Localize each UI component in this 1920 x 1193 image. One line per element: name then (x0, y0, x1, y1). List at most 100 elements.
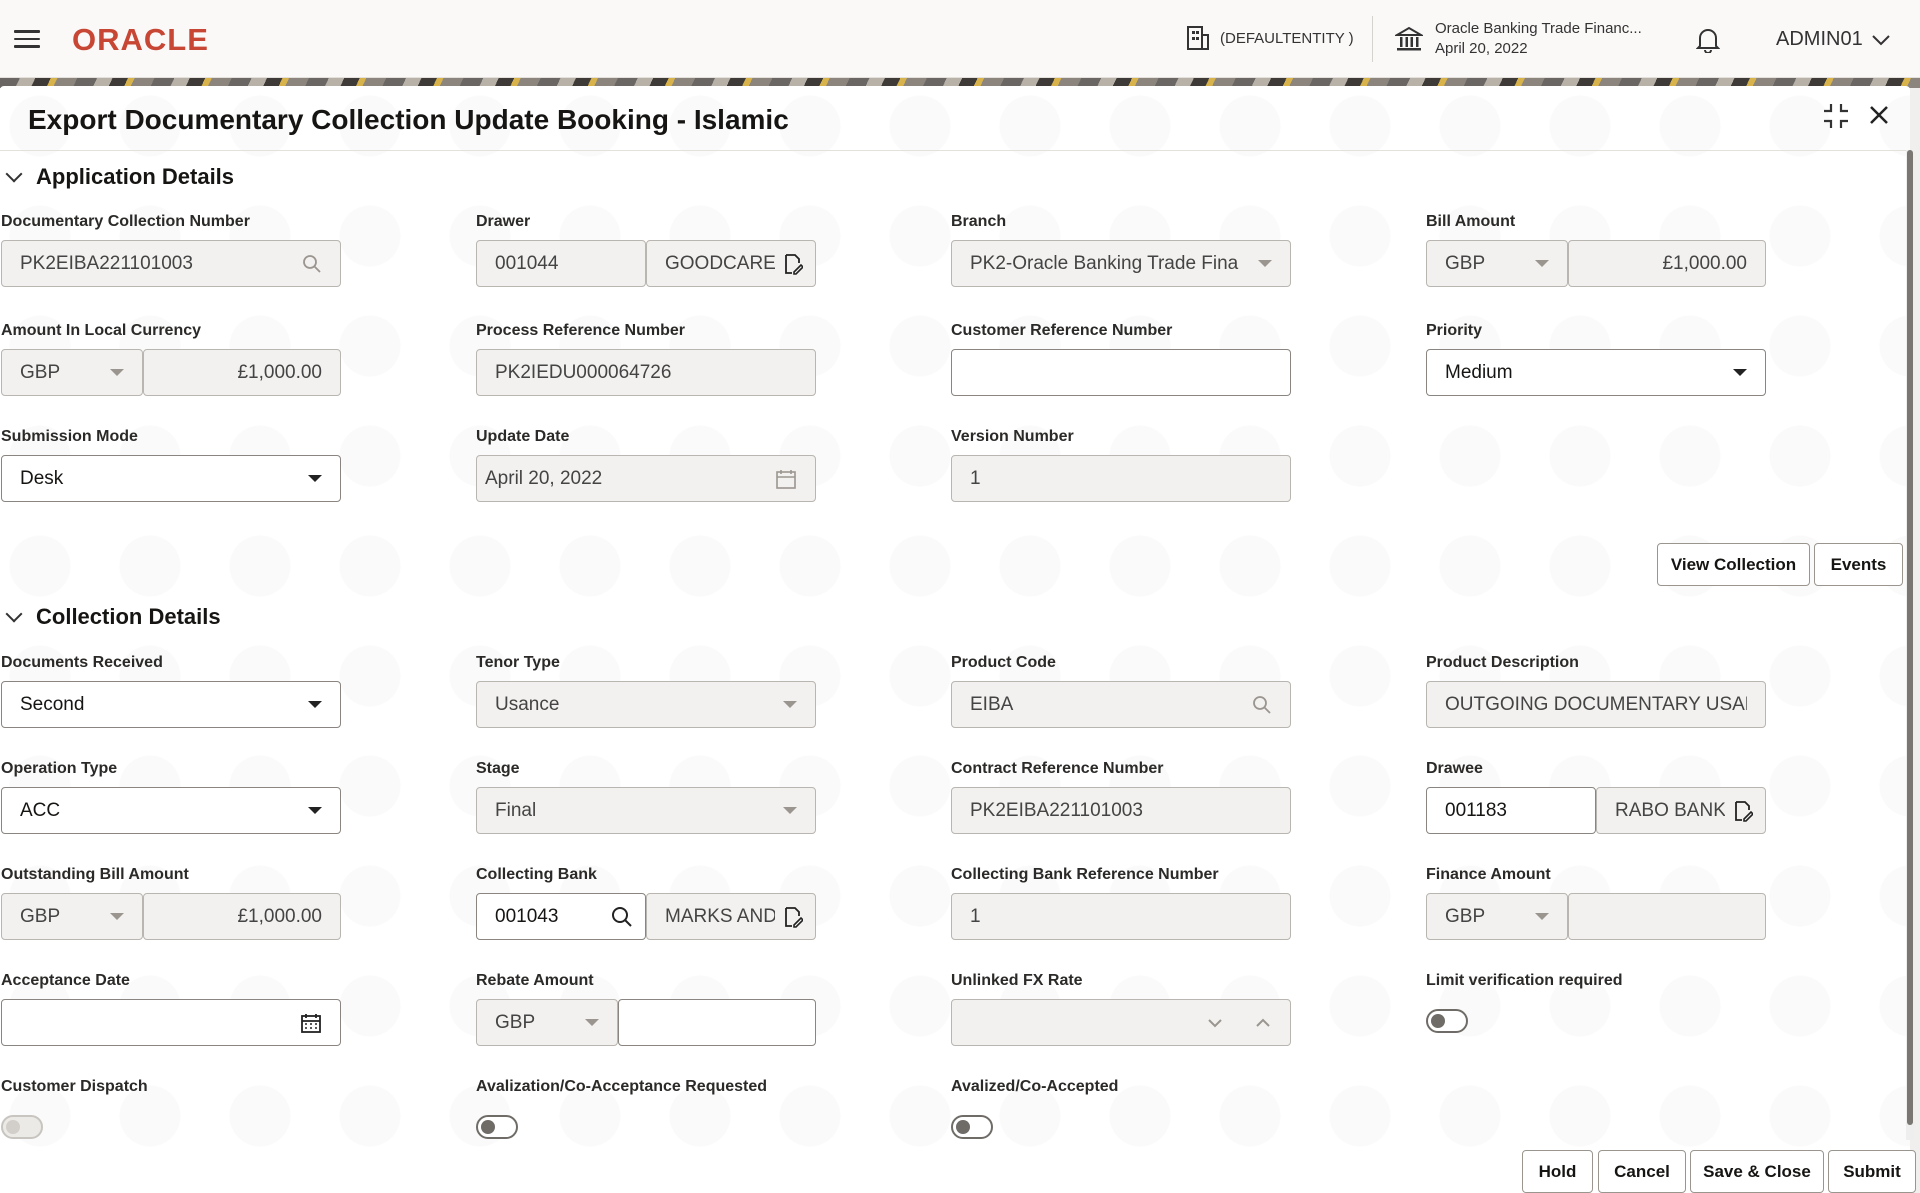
section-label: Application Details (36, 164, 235, 189)
tenor-type-label: Tenor Type (476, 654, 560, 671)
bill-amount-currency[interactable]: GBP (1426, 240, 1568, 287)
chevron-down-icon (308, 807, 322, 814)
avalized-toggle[interactable] (951, 1115, 993, 1139)
drawee-id-input[interactable]: 001183 (1426, 787, 1596, 834)
collecting-bank-label: Collecting Bank (476, 866, 597, 883)
priority-label: Priority (1426, 322, 1483, 339)
rebate-amount-label: Rebate Amount (476, 972, 594, 989)
bill-amount-value[interactable]: £1,000.00 (1568, 240, 1766, 287)
chevron-down-icon (585, 1019, 599, 1026)
events-button[interactable]: Events (1814, 543, 1903, 586)
process-ref-label: Process Reference Number (476, 322, 685, 339)
drawer-id-field[interactable]: 001044 (476, 240, 646, 287)
chevron-down-icon (783, 807, 797, 814)
chevron-down-icon (110, 369, 124, 376)
view-collection-button[interactable]: View Collection (1657, 543, 1810, 586)
product-description-field[interactable]: OUTGOING DOCUMENTARY USANCE (1426, 681, 1766, 728)
submission-mode-select[interactable]: Desk (1, 455, 341, 502)
update-date-field[interactable]: April 20, 2022 (476, 455, 816, 502)
documents-received-select[interactable]: Second (1, 681, 341, 728)
search-icon[interactable] (302, 254, 322, 274)
collecting-bank-name-field[interactable]: MARKS AND (646, 893, 816, 940)
hamburger-menu-icon[interactable] (14, 30, 40, 48)
operation-type-label: Operation Type (1, 760, 118, 777)
bell-icon[interactable] (1695, 27, 1721, 58)
bill-amount-label: Bill Amount (1426, 213, 1516, 230)
finance-amount-value[interactable] (1568, 893, 1766, 940)
outstanding-bill-value[interactable]: £1,000.00 (143, 893, 341, 940)
outstanding-bill-currency[interactable]: GBP (1, 893, 143, 940)
section-application-details[interactable]: Application Details (4, 164, 234, 190)
scrollbar[interactable] (1906, 150, 1914, 1140)
avalization-requested-label: Avalization/Co-Acceptance Requested (476, 1078, 768, 1095)
collecting-bank-ref-field[interactable]: 1 (951, 893, 1291, 940)
chevron-down-icon (1535, 913, 1549, 920)
amount-local-label: Amount In Local Currency (1, 322, 202, 339)
unlinked-fx-rate-input[interactable] (951, 999, 1291, 1046)
drawee-label: Drawee (1426, 760, 1483, 777)
stage-select[interactable]: Final (476, 787, 816, 834)
calendar-icon[interactable] (300, 1012, 322, 1034)
branch-select[interactable]: PK2-Oracle Banking Trade Fina (951, 240, 1291, 287)
chevron-down-icon (308, 701, 322, 708)
priority-select[interactable]: Medium (1426, 349, 1766, 396)
chevron-down-icon (5, 605, 23, 623)
amount-local-currency[interactable]: GBP (1, 349, 143, 396)
submission-mode-label: Submission Mode (1, 428, 138, 445)
drawee-name-field[interactable]: RABO BANK (1596, 787, 1766, 834)
hold-button[interactable]: Hold (1522, 1150, 1593, 1193)
top-header: ORACLE (DEFAULTENTITY ) Oracle Banking T… (0, 0, 1920, 78)
doc-collection-number-field[interactable]: PK2EIBA221101003 (1, 240, 341, 287)
user-name: ADMIN01 (1776, 28, 1863, 50)
minimize-icon[interactable] (1822, 102, 1850, 135)
limit-verification-label: Limit verification required (1426, 972, 1623, 989)
unlinked-fx-rate-label: Unlinked FX Rate (951, 972, 1083, 989)
rebate-amount-currency[interactable]: GBP (476, 999, 618, 1046)
entity-selector[interactable]: (DEFAULTENTITY ) (1186, 25, 1354, 51)
operation-type-select[interactable]: ACC (1, 787, 341, 834)
chevron-down-icon (1871, 34, 1890, 45)
contract-ref-field[interactable]: PK2EIBA221101003 (951, 787, 1291, 834)
close-icon[interactable] (1868, 104, 1890, 131)
drawer-name-field[interactable]: GOODCARE (646, 240, 816, 287)
chevron-down-icon (783, 701, 797, 708)
customer-ref-input[interactable] (951, 349, 1291, 396)
acceptance-date-label: Acceptance Date (1, 972, 130, 989)
chevron-down-icon[interactable] (1206, 1017, 1224, 1029)
chevron-down-icon (5, 165, 23, 183)
title-divider (0, 150, 1906, 151)
calendar-icon[interactable] (775, 468, 797, 490)
submit-button[interactable]: Submit (1828, 1150, 1916, 1193)
customer-dispatch-toggle[interactable] (1, 1115, 43, 1139)
tenor-type-select[interactable]: Usance (476, 681, 816, 728)
amount-local-value[interactable]: £1,000.00 (143, 349, 341, 396)
stage-label: Stage (476, 760, 520, 777)
process-ref-field[interactable]: PK2IEDU000064726 (476, 349, 816, 396)
search-icon[interactable] (611, 906, 633, 928)
version-number-field[interactable]: 1 (951, 455, 1291, 502)
acceptance-date-input[interactable] (1, 999, 341, 1046)
chevron-up-icon[interactable] (1254, 1017, 1272, 1029)
bank-branch-selector[interactable]: Oracle Banking Trade Financ... April 20,… (1395, 19, 1642, 59)
edit-document-icon[interactable] (783, 253, 803, 275)
avalization-requested-toggle[interactable] (476, 1115, 518, 1139)
rebate-amount-input[interactable] (618, 999, 816, 1046)
search-icon[interactable] (1252, 695, 1272, 715)
building-icon (1187, 26, 1209, 50)
save-close-button[interactable]: Save & Close (1690, 1150, 1824, 1193)
page-title: Export Documentary Collection Update Boo… (28, 104, 789, 135)
chevron-down-icon (1535, 260, 1549, 267)
finance-amount-currency[interactable]: GBP (1426, 893, 1568, 940)
doc-collection-number-label: Documentary Collection Number (1, 213, 250, 230)
collecting-bank-ref-label: Collecting Bank Reference Number (951, 866, 1219, 883)
documents-received-label: Documents Received (1, 654, 163, 671)
customer-dispatch-label: Customer Dispatch (1, 1078, 148, 1095)
section-collection-details[interactable]: Collection Details (4, 604, 221, 630)
edit-document-icon[interactable] (1733, 800, 1753, 822)
limit-verification-toggle[interactable] (1426, 1009, 1468, 1033)
user-menu[interactable]: ADMIN01 (1776, 28, 1891, 51)
product-code-field[interactable]: EIBA (951, 681, 1291, 728)
cancel-button[interactable]: Cancel (1598, 1150, 1686, 1193)
edit-document-icon[interactable] (783, 906, 803, 928)
collecting-bank-id-input[interactable]: 001043 (476, 893, 646, 940)
